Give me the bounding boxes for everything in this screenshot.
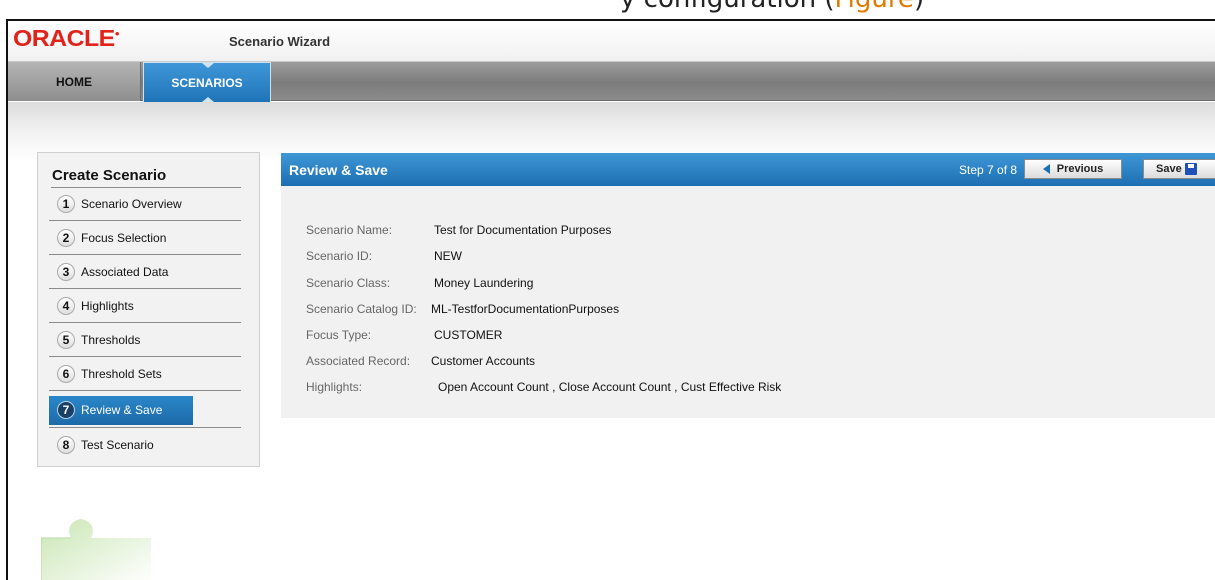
- tab-scenarios-label: SCENARIOS: [171, 75, 243, 90]
- field-value: Open Account Count , Close Account Count…: [438, 380, 782, 394]
- step-number-badge: 3: [57, 263, 75, 281]
- step-label: Thresholds: [81, 333, 141, 347]
- app-window: ORACLE● Scenario Wizard HOME SCENARIOS C…: [6, 19, 1215, 580]
- step-associated-data[interactable]: 3 Associated Data: [49, 256, 241, 289]
- field-value: CUSTOMER: [434, 328, 503, 342]
- save-button[interactable]: Save: [1143, 159, 1215, 179]
- field-label: Scenario Name:: [306, 223, 393, 237]
- field-label: Highlights:: [306, 380, 363, 394]
- save-button-label: Save: [1156, 163, 1182, 175]
- app-header: ORACLE● Scenario Wizard: [8, 21, 1215, 62]
- app-title: Scenario Wizard: [229, 34, 331, 49]
- step-label: Review & Save: [81, 403, 163, 417]
- logo-registered-mark: ●: [114, 29, 120, 38]
- step-label: Test Scenario: [81, 438, 154, 452]
- step-scenario-overview[interactable]: 1 Scenario Overview: [49, 188, 241, 221]
- wizard-steps-panel: Create Scenario 1 Scenario Overview 2 Fo…: [37, 152, 260, 467]
- step-label: Scenario Overview: [81, 197, 182, 211]
- field-value: Test for Documentation Purposes: [434, 223, 612, 237]
- step-number-badge: 6: [57, 365, 75, 383]
- step-test-scenario[interactable]: 8 Test Scenario: [49, 429, 241, 462]
- review-panel: Review & Save Step 7 of 8 Previous Save …: [281, 153, 1215, 418]
- step-number-badge: 8: [57, 436, 75, 454]
- step-label: Associated Data: [81, 265, 169, 279]
- tab-notch-top: [202, 63, 214, 68]
- field-value: Customer Accounts: [431, 354, 536, 368]
- oracle-logo: ORACLE●: [13, 25, 120, 52]
- arrow-left-icon: [1042, 164, 1050, 174]
- puzzle-piece-icon: [41, 519, 151, 580]
- caption-tail: ): [914, 0, 924, 14]
- step-number-badge: 4: [57, 297, 75, 315]
- logo-text: ORACLE: [13, 25, 115, 51]
- field-label: Scenario Class:: [306, 276, 391, 290]
- step-label: Threshold Sets: [81, 367, 162, 381]
- field-label: Scenario Catalog ID:: [306, 302, 417, 316]
- step-number-badge: 2: [57, 229, 75, 247]
- step-highlights[interactable]: 4 Highlights: [49, 290, 241, 323]
- wizard-steps-title: Create Scenario: [52, 167, 167, 184]
- step-threshold-sets[interactable]: 6 Threshold Sets: [49, 358, 241, 391]
- step-focus-selection[interactable]: 2 Focus Selection: [49, 222, 241, 255]
- field-value: Money Laundering: [434, 276, 534, 290]
- step-number-badge: 7: [57, 401, 75, 419]
- field-label: Scenario ID:: [306, 249, 373, 263]
- field-label: Focus Type:: [306, 328, 372, 342]
- step-thresholds[interactable]: 5 Thresholds: [49, 324, 241, 357]
- floppy-disk-icon: [1184, 163, 1197, 175]
- field-value: NEW: [434, 249, 462, 263]
- step-number-badge: 1: [57, 195, 75, 213]
- step-label: Focus Selection: [81, 231, 167, 245]
- nav-bar: HOME SCENARIOS: [8, 62, 1215, 103]
- previous-button-label: Previous: [1056, 163, 1104, 175]
- field-value: ML-TestforDocumentationPurposes: [431, 302, 620, 316]
- tab-home[interactable]: HOME: [8, 62, 141, 101]
- caption-text: y configuration: [620, 0, 816, 14]
- review-panel-header: Review & Save Step 7 of 8 Previous Save: [281, 153, 1215, 186]
- step-divider: [49, 427, 241, 428]
- step-number-badge: 5: [57, 331, 75, 349]
- panel-title: Review & Save: [289, 162, 388, 178]
- field-label: Associated Record:: [306, 354, 411, 368]
- previous-button[interactable]: Previous: [1024, 159, 1122, 179]
- step-label: Highlights: [81, 299, 134, 313]
- step-review-and-save[interactable]: 7 Review & Save: [49, 396, 193, 425]
- document-caption-fragment: y configuration (Figure): [0, 0, 1215, 20]
- caption-figure-link[interactable]: Figure: [835, 0, 914, 14]
- tab-scenarios[interactable]: SCENARIOS: [143, 62, 271, 103]
- step-indicator: Step 7 of 8: [959, 163, 1018, 177]
